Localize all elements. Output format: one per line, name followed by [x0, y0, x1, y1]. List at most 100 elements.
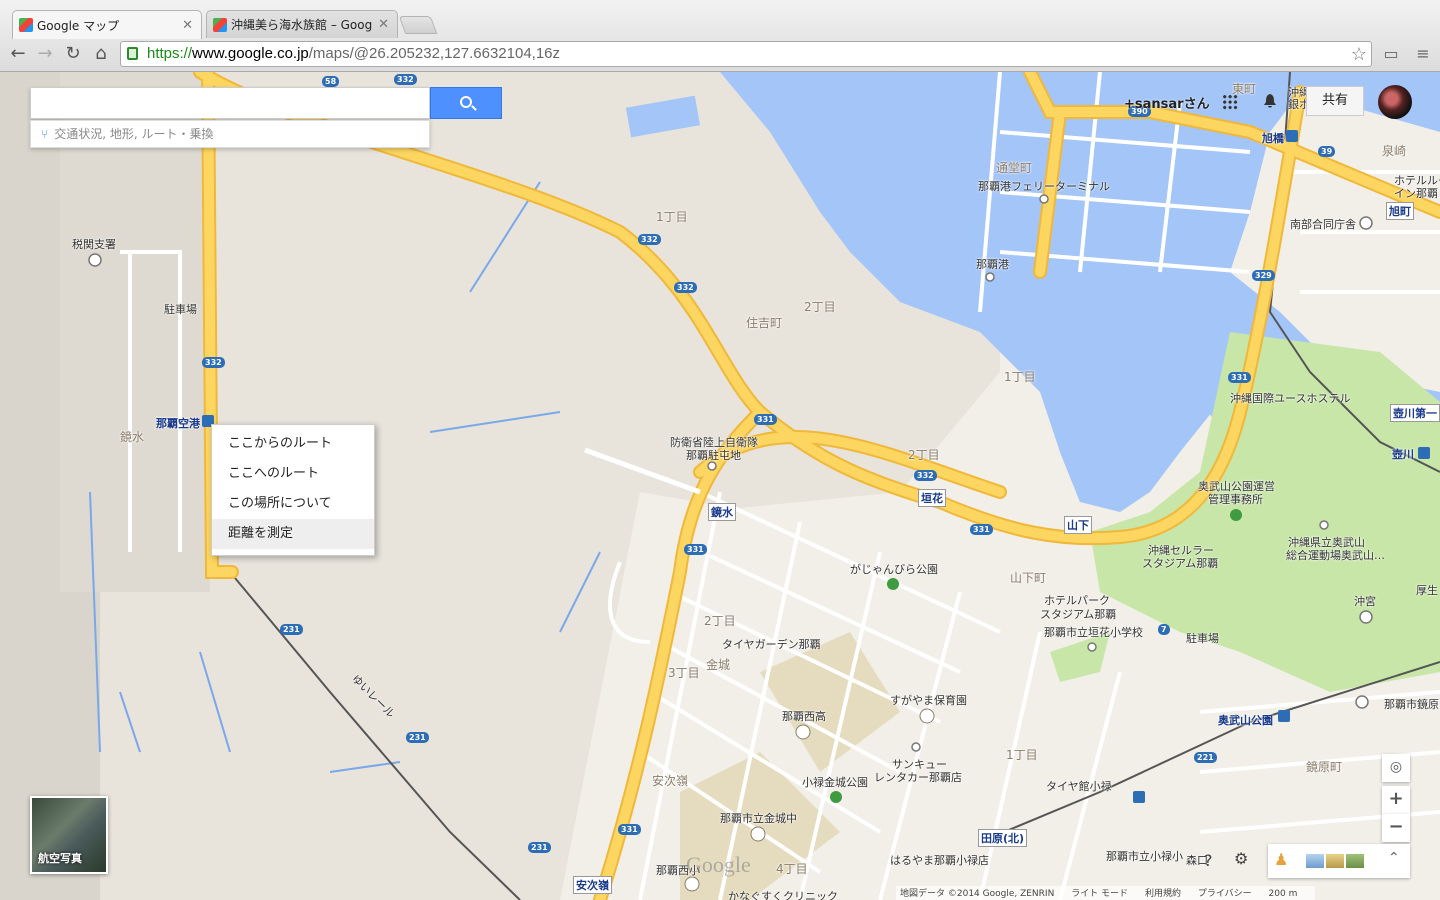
zoom-in-button[interactable]: +	[1382, 786, 1410, 814]
browser-chrome: Google マップ ✕ 沖縄美ら海水族館 – Google ✕ ← → ↻ ⌂…	[0, 0, 1440, 72]
map-label: 南部合同庁舎	[1290, 218, 1356, 231]
google-logo: Google	[686, 852, 751, 877]
map-label: 泉崎	[1382, 144, 1407, 158]
user-name-link[interactable]: +sansarさん	[1124, 93, 1210, 112]
map-label: 鏡水	[120, 430, 145, 444]
menu-item-measure-distance[interactable]: 距離を測定	[212, 519, 374, 549]
zoom-out-button[interactable]: −	[1382, 814, 1410, 842]
map-label: 那覇駐屯地	[686, 449, 741, 462]
map-label: 那覇市立小禄小	[1106, 850, 1183, 863]
map-label: 管理事務所	[1208, 493, 1263, 506]
maps-favicon-icon	[19, 18, 33, 32]
map-label: 壺川第一	[1390, 404, 1440, 422]
scale-bar: 200 m	[1268, 889, 1298, 899]
map-label: 沖縄国際ユースホステル	[1230, 392, 1351, 405]
road-shield: 332	[674, 282, 697, 293]
map-label: がじゃんびら公園	[850, 563, 938, 576]
home-button[interactable]: ⌂	[89, 43, 113, 65]
menu-item-directions-from[interactable]: ここからのルート	[212, 429, 374, 459]
map-label: 山下	[1064, 516, 1092, 534]
imagery-thumb-icon[interactable]	[1326, 854, 1344, 868]
apps-grid-icon[interactable]	[1222, 94, 1238, 110]
tab-label: 沖縄美ら海水族館 – Google	[231, 18, 373, 32]
road-shield: 332	[394, 74, 417, 85]
extension-icon[interactable]: ▭	[1380, 43, 1402, 65]
map-label: 総合運動場奥武山…	[1286, 549, 1385, 562]
road-shield: 331	[1228, 372, 1251, 383]
map-label: 田原(北)	[978, 829, 1028, 847]
notification-bell-icon[interactable]	[1263, 93, 1277, 109]
road-shield: 332	[638, 234, 661, 245]
map-label: かなぐすくクリニック	[728, 890, 838, 900]
map-label: タイヤガーデン那覇	[722, 638, 821, 651]
map-label: 沖宮	[1354, 595, 1376, 608]
share-button[interactable]: 共有	[1306, 86, 1364, 116]
map-label: 旭町	[1386, 202, 1414, 220]
forward-button[interactable]: →	[33, 43, 57, 65]
road-shield: 231	[280, 624, 303, 635]
map-label: イン那覇	[1394, 187, 1438, 200]
lock-icon	[127, 47, 138, 60]
road-shield: 331	[754, 414, 777, 425]
map-label: 垣花	[918, 489, 946, 507]
imagery-thumb-icon[interactable]	[1346, 854, 1364, 868]
menu-item-directions-to[interactable]: ここへのルート	[212, 459, 374, 489]
lite-mode-link[interactable]: ライト モード	[1071, 889, 1128, 899]
url-text: https://www.google.co.jp/maps/@26.205232…	[147, 45, 561, 62]
map-label: 那覇市立金城中	[720, 812, 797, 825]
map-label: レンタカー那覇店	[874, 771, 962, 784]
map-label: 1丁目	[656, 210, 688, 224]
road-shield: 231	[406, 732, 429, 743]
context-menu: ここからのルート ここへのルート この場所について 距離を測定	[211, 424, 375, 556]
map-label: タイヤ館小禄	[1046, 780, 1112, 793]
tab-label: Google マップ	[37, 18, 120, 33]
expand-chevron-icon[interactable]: ⌃	[1388, 850, 1400, 866]
map-label: 税関支署	[72, 238, 116, 251]
tab-aquarium[interactable]: 沖縄美ら海水族館 – Google ✕	[206, 10, 398, 38]
privacy-link[interactable]: プライバシー	[1198, 889, 1252, 899]
map-label: 那覇市鏡原	[1384, 698, 1439, 711]
aerial-view-toggle[interactable]: 航空写真	[30, 796, 108, 874]
address-bar[interactable]: https://www.google.co.jp/maps/@26.205232…	[120, 41, 1372, 67]
pegman-icon[interactable]: ♟	[1274, 850, 1288, 869]
map-label: 奥武山公園	[1218, 714, 1273, 727]
close-icon[interactable]: ✕	[378, 17, 389, 32]
map-label: 小禄金城公園	[802, 776, 868, 789]
map-label: 厚生	[1416, 584, 1438, 597]
tab-google-maps[interactable]: Google マップ ✕	[12, 10, 202, 39]
map-label: 旭橋	[1262, 132, 1284, 145]
search-input[interactable]	[30, 87, 430, 119]
map-label: 鏡水	[708, 503, 736, 521]
map-label: 2丁目	[804, 300, 836, 314]
terms-link[interactable]: 利用規約	[1145, 889, 1181, 899]
map-label: 那覇空港	[156, 417, 200, 430]
bookmark-star-icon[interactable]: ☆	[1351, 42, 1367, 66]
menu-icon[interactable]: ≡	[1412, 43, 1434, 65]
new-tab-button[interactable]	[398, 16, 438, 34]
imagery-thumb-icon[interactable]	[1306, 854, 1324, 868]
reload-button[interactable]: ↻	[61, 43, 85, 65]
map-label: 鏡原町	[1306, 760, 1343, 774]
search-button[interactable]	[430, 87, 502, 119]
help-icon[interactable]: ?	[1204, 851, 1213, 870]
avatar[interactable]	[1378, 85, 1412, 119]
back-button[interactable]: ←	[6, 43, 30, 65]
close-icon[interactable]: ✕	[182, 18, 193, 33]
road-shield: 329	[1252, 270, 1275, 281]
menu-item-whats-here[interactable]: この場所について	[212, 489, 374, 519]
map-label: 通堂町	[996, 161, 1033, 175]
aerial-label: 航空写真	[38, 852, 82, 865]
layer-tray[interactable]: ♟ ⌃	[1268, 844, 1410, 878]
road-shield: 332	[202, 357, 225, 368]
map-label: すがやま保育園	[890, 694, 967, 707]
road-shield: 221	[1194, 752, 1217, 763]
map-label: 1丁目	[1006, 748, 1038, 762]
road-shield: 331	[970, 524, 993, 535]
my-location-button[interactable]: ◎	[1382, 754, 1410, 782]
road-shield: 39	[1318, 146, 1336, 157]
map-label: 安次嶺	[573, 876, 612, 894]
directions-hint[interactable]: ⑂ 交通状況, 地形, ルート・乗換	[30, 120, 430, 148]
settings-gear-icon[interactable]: ⚙	[1234, 849, 1248, 868]
map-label: 那覇市立垣花小学校	[1044, 626, 1143, 639]
directions-hint-text: 交通状況, 地形, ルート・乗換	[54, 127, 214, 141]
